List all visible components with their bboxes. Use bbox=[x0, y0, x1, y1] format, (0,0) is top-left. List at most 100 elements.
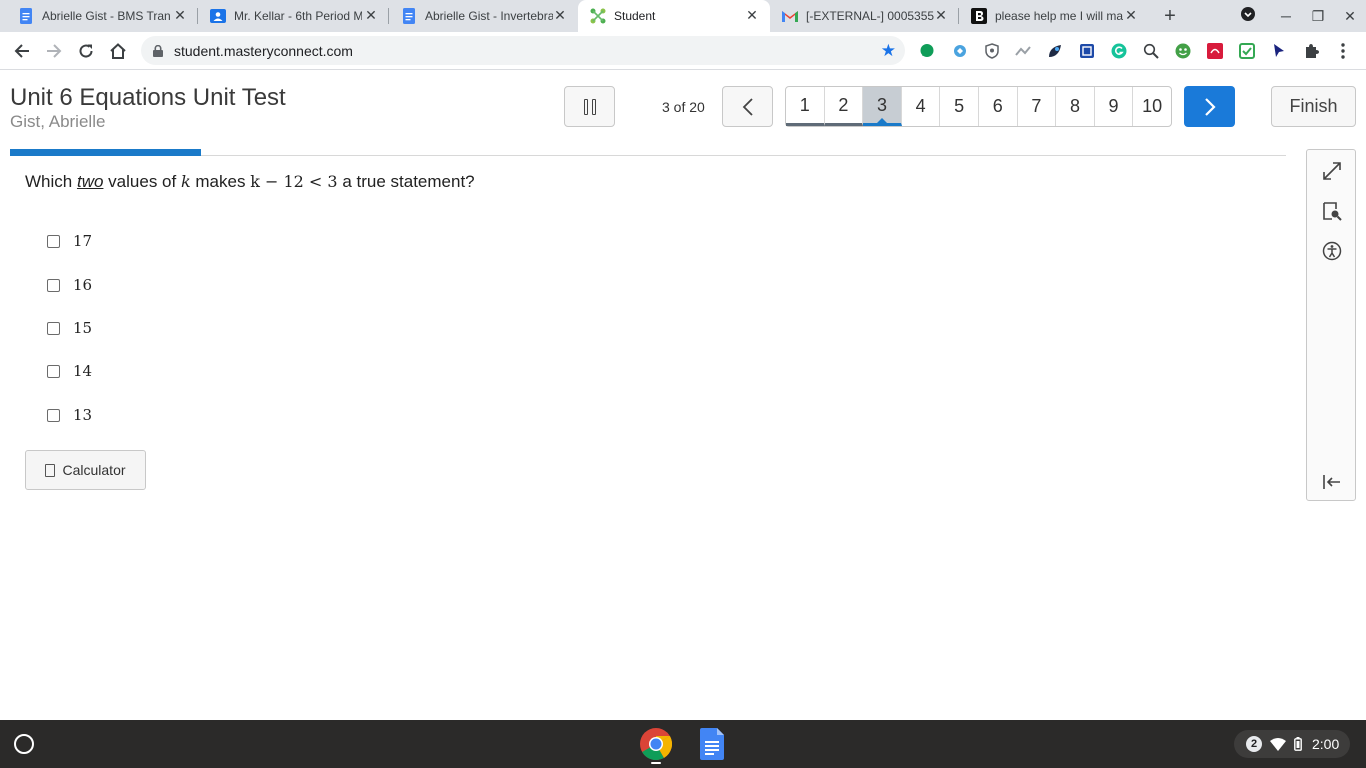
extension-green-check-icon[interactable] bbox=[1238, 42, 1256, 60]
tab-title: Mr. Kellar - 6th Period M bbox=[234, 9, 362, 23]
answer-choice[interactable]: 16 bbox=[47, 274, 92, 296]
new-tab-button[interactable]: + bbox=[1160, 6, 1180, 26]
close-icon[interactable]: ✕ bbox=[1123, 7, 1139, 23]
home-button[interactable] bbox=[107, 40, 129, 62]
question-text-makes: makes bbox=[195, 172, 246, 191]
next-question-button[interactable] bbox=[1184, 86, 1235, 127]
close-window-icon[interactable]: ✕ bbox=[1340, 6, 1360, 26]
docs-app-icon[interactable] bbox=[700, 728, 724, 760]
extension-cursor-icon[interactable] bbox=[1270, 42, 1288, 60]
question-number-button[interactable]: 2 bbox=[824, 87, 864, 126]
question-number-button[interactable]: 8 bbox=[1056, 87, 1095, 126]
question-text-mid: values of bbox=[108, 172, 177, 191]
docs-icon bbox=[18, 8, 34, 24]
question-number-button[interactable]: 9 bbox=[1095, 87, 1134, 126]
launcher-icon[interactable] bbox=[14, 734, 34, 754]
calculator-button[interactable]: Calculator bbox=[25, 450, 146, 490]
answer-choice[interactable]: 13 bbox=[47, 404, 92, 426]
extension-arrows-icon[interactable] bbox=[1014, 42, 1032, 60]
tab-title: Abrielle Gist - Invertebra bbox=[425, 9, 553, 23]
browser-tab[interactable]: Abrielle Gist - BMS Tran ✕ bbox=[6, 0, 198, 32]
browser-tab[interactable]: Abrielle Gist - Invertebra ✕ bbox=[389, 0, 578, 32]
test-progress-fill bbox=[10, 149, 201, 156]
extension-shield-icon[interactable] bbox=[983, 42, 1001, 60]
collapse-panel-icon[interactable] bbox=[1320, 470, 1344, 494]
browser-tab[interactable]: [-EXTERNAL-] 0005355 ✕ bbox=[770, 0, 959, 32]
close-icon[interactable]: ✕ bbox=[933, 7, 949, 23]
tab-title: please help me I will ma bbox=[995, 9, 1123, 23]
tab-title: [-EXTERNAL-] 0005355 bbox=[806, 9, 934, 23]
question-number-button[interactable]: 10 bbox=[1133, 87, 1171, 126]
question-text-suffix: a true statement? bbox=[342, 172, 475, 191]
answer-choice[interactable]: 15 bbox=[47, 317, 92, 339]
notification-count: 2 bbox=[1246, 736, 1262, 752]
question-number-button[interactable]: 3 bbox=[863, 87, 902, 126]
browser-tab[interactable]: please help me I will ma ✕ bbox=[959, 0, 1149, 32]
minimize-icon[interactable]: ─ bbox=[1276, 6, 1296, 26]
finish-button[interactable]: Finish bbox=[1271, 86, 1356, 127]
browser-tab[interactable]: Mr. Kellar - 6th Period M ✕ bbox=[198, 0, 389, 32]
accessibility-icon[interactable] bbox=[1320, 239, 1344, 263]
extensions-puzzle-icon[interactable] bbox=[1302, 42, 1320, 60]
answer-checkbox[interactable] bbox=[47, 234, 60, 248]
pause-icon bbox=[583, 98, 588, 115]
system-tray[interactable]: 2 2:00 bbox=[1234, 730, 1350, 758]
answer-choice-value: 17 bbox=[73, 232, 93, 250]
browser-menu-icon[interactable] bbox=[1334, 42, 1352, 60]
bookmark-star-icon[interactable]: ★ bbox=[881, 41, 896, 61]
address-bar[interactable]: student.masteryconnect.com ★ bbox=[141, 36, 905, 65]
extension-face-icon[interactable] bbox=[1174, 42, 1192, 60]
extension-dark-leaf-icon[interactable] bbox=[1046, 42, 1064, 60]
extension-puzzle-blue-icon[interactable] bbox=[951, 42, 969, 60]
expand-icon[interactable] bbox=[1320, 159, 1344, 183]
reload-button[interactable] bbox=[75, 40, 97, 62]
answer-checkbox[interactable] bbox=[47, 364, 60, 378]
test-progress-track bbox=[10, 155, 1286, 156]
question-number-button[interactable]: 5 bbox=[940, 87, 979, 126]
answer-checkbox[interactable] bbox=[47, 408, 60, 422]
answer-choice-value: 16 bbox=[73, 276, 93, 294]
answer-checkbox[interactable] bbox=[47, 321, 60, 335]
extension-red-square-icon[interactable] bbox=[1206, 42, 1224, 60]
question-text-prefix: Which bbox=[25, 172, 73, 191]
browser-toolbar: student.masteryconnect.com ★ bbox=[0, 32, 1366, 70]
close-icon[interactable]: ✕ bbox=[744, 7, 760, 23]
chevron-right-icon bbox=[1204, 97, 1216, 116]
answer-checkbox[interactable] bbox=[47, 278, 60, 292]
answer-choice-value: 13 bbox=[73, 406, 93, 424]
calculator-icon bbox=[45, 463, 56, 477]
browser-tab-active[interactable]: Student ✕ bbox=[578, 0, 770, 32]
question-number-button[interactable]: 7 bbox=[1018, 87, 1057, 126]
close-icon[interactable]: ✕ bbox=[363, 7, 379, 23]
wifi-icon bbox=[1270, 737, 1286, 754]
chrome-app-icon[interactable] bbox=[640, 728, 673, 764]
question-number-button[interactable]: 4 bbox=[902, 87, 941, 126]
extension-book-icon[interactable] bbox=[1078, 42, 1096, 60]
back-button[interactable] bbox=[11, 40, 33, 62]
pause-button[interactable] bbox=[564, 86, 615, 127]
previous-question-button[interactable] bbox=[722, 86, 773, 127]
page-title: Unit 6 Equations Unit Test bbox=[10, 84, 286, 111]
battery-icon bbox=[1294, 737, 1302, 754]
calculator-label: Calculator bbox=[62, 462, 126, 478]
browser-tab-strip: Abrielle Gist - BMS Tran ✕ Mr. Kellar - … bbox=[0, 0, 1366, 32]
gmail-icon bbox=[782, 8, 798, 24]
close-icon[interactable]: ✕ bbox=[552, 7, 568, 23]
answer-choice[interactable]: 17 bbox=[47, 230, 92, 252]
zoom-magnifier-icon[interactable] bbox=[1142, 42, 1160, 60]
chevron-left-icon bbox=[742, 97, 753, 116]
extension-green-bubble-icon[interactable] bbox=[918, 42, 936, 60]
lock-icon[interactable] bbox=[153, 44, 163, 62]
question-navigator: 1 2 3 4 5 6 7 8 9 10 bbox=[785, 86, 1172, 127]
magnifier-tool-icon[interactable] bbox=[1320, 199, 1344, 223]
close-icon[interactable]: ✕ bbox=[172, 7, 188, 23]
question-variable: k bbox=[180, 172, 191, 191]
tab-title: Abrielle Gist - BMS Tran bbox=[42, 9, 170, 23]
tab-search-icon[interactable] bbox=[1238, 6, 1258, 26]
restore-icon[interactable]: ❐ bbox=[1308, 6, 1328, 26]
question-number-button[interactable]: 1 bbox=[786, 87, 825, 126]
forward-button[interactable] bbox=[43, 40, 65, 62]
answer-choice[interactable]: 14 bbox=[47, 360, 92, 382]
grammarly-icon[interactable] bbox=[1110, 42, 1128, 60]
question-number-button[interactable]: 6 bbox=[979, 87, 1018, 126]
